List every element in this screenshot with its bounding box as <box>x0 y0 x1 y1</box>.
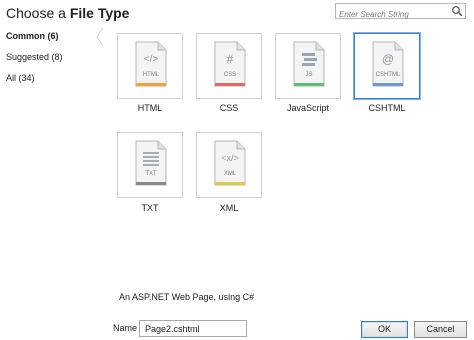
search-icon[interactable] <box>451 5 463 17</box>
html-badge: HTML <box>142 72 160 78</box>
category-common[interactable]: Common (6) <box>0 28 100 49</box>
search-box[interactable] <box>335 3 466 22</box>
css-accent-bar <box>215 83 245 86</box>
txt-badge: TXT <box>145 171 157 177</box>
txt-accent-bar <box>136 182 166 185</box>
filetype-tile-xml[interactable]: <x/> XML <box>196 132 262 198</box>
cancel-button[interactable]: Cancel <box>414 321 467 338</box>
javascript-file-icon <box>293 41 325 87</box>
filetype-label-xml: XML <box>219 203 239 213</box>
dialog-title-emphasis: File Type <box>69 5 130 21</box>
html-glyph: </> <box>143 54 159 65</box>
dialog-title: Choose a File Type <box>6 5 129 21</box>
filetype-description: An ASP.NET Web Page, using C# <box>119 292 255 302</box>
dialog-title-prefix: Choose a <box>6 5 70 21</box>
javascript-badge: JS <box>305 72 313 78</box>
filetype-label-cshtml: CSHTML <box>368 103 406 113</box>
filetype-tile-javascript[interactable]: JS <box>275 33 341 99</box>
filetype-tile-html[interactable]: </> HTML <box>117 33 183 99</box>
xml-glyph: <x/> <box>221 153 239 163</box>
cshtml-file-icon <box>372 41 404 87</box>
category-all[interactable]: All (34) <box>0 70 100 91</box>
xml-accent-bar <box>215 182 245 185</box>
filetype-tile-cshtml[interactable]: @ CSHTML <box>353 32 421 100</box>
css-badge: CSS <box>223 72 237 78</box>
cshtml-accent-bar <box>373 83 403 86</box>
html-accent-bar <box>136 83 166 86</box>
xml-badge: XML <box>223 171 237 177</box>
filetype-tile-css[interactable]: # CSS <box>196 33 262 99</box>
css-glyph: # <box>226 52 234 66</box>
filetype-label-javascript: JavaScript <box>286 103 330 113</box>
html-file-icon <box>135 41 167 87</box>
xml-file-icon <box>214 140 246 186</box>
ok-button[interactable]: OK <box>361 321 408 338</box>
script-icon <box>302 53 317 66</box>
filetype-label-css: CSS <box>219 103 239 113</box>
txt-file-icon <box>135 140 167 186</box>
css-file-icon <box>214 41 246 87</box>
cshtml-glyph: @ <box>381 52 395 66</box>
category-suggested[interactable]: Suggested (8) <box>0 49 100 70</box>
filetype-tile-txt[interactable]: TXT <box>117 132 183 198</box>
selection-notch <box>96 28 104 46</box>
javascript-accent-bar <box>294 83 324 86</box>
category-list: Common (6) Suggested (8) All (34) <box>0 28 100 91</box>
cshtml-badge: CSHTML <box>375 72 401 78</box>
filetype-label-txt: TXT <box>141 203 159 213</box>
file-name-input[interactable] <box>139 320 247 337</box>
filetype-label-html: HTML <box>137 103 163 113</box>
search-input[interactable] <box>336 7 449 22</box>
name-label: Name <box>113 323 138 333</box>
